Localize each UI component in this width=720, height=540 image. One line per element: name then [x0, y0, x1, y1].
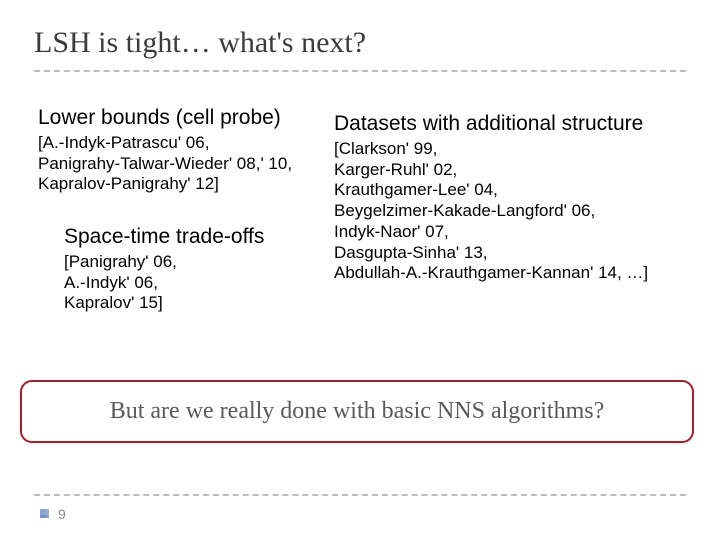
content-area: Lower bounds (cell probe) [A.-Indyk-Patr…	[34, 106, 686, 384]
datasets-heading: Datasets with additional structure	[334, 112, 714, 136]
title-divider	[34, 70, 686, 72]
lower-bounds-heading: Lower bounds (cell probe)	[38, 106, 348, 130]
callout-box: But are we really done with basic NNS al…	[20, 380, 694, 443]
spacetime-heading: Space-time trade-offs	[64, 225, 374, 249]
slide-title: LSH is tight… what's next?	[34, 26, 686, 60]
footer-divider	[34, 494, 686, 496]
datasets-refs: [Clarkson' 99, Karger-Ruhl' 02, Krauthga…	[334, 139, 720, 284]
page-number: 9	[58, 506, 66, 522]
callout-text: But are we really done with basic NNS al…	[20, 380, 694, 443]
spacetime-refs: [Panigrahy' 06, A.-Indyk' 06, Kapralov' …	[64, 252, 374, 314]
bullet-icon	[40, 509, 49, 518]
lower-bounds-refs: [A.-Indyk-Patrascu' 06, Panigrahy-Talwar…	[38, 133, 358, 195]
